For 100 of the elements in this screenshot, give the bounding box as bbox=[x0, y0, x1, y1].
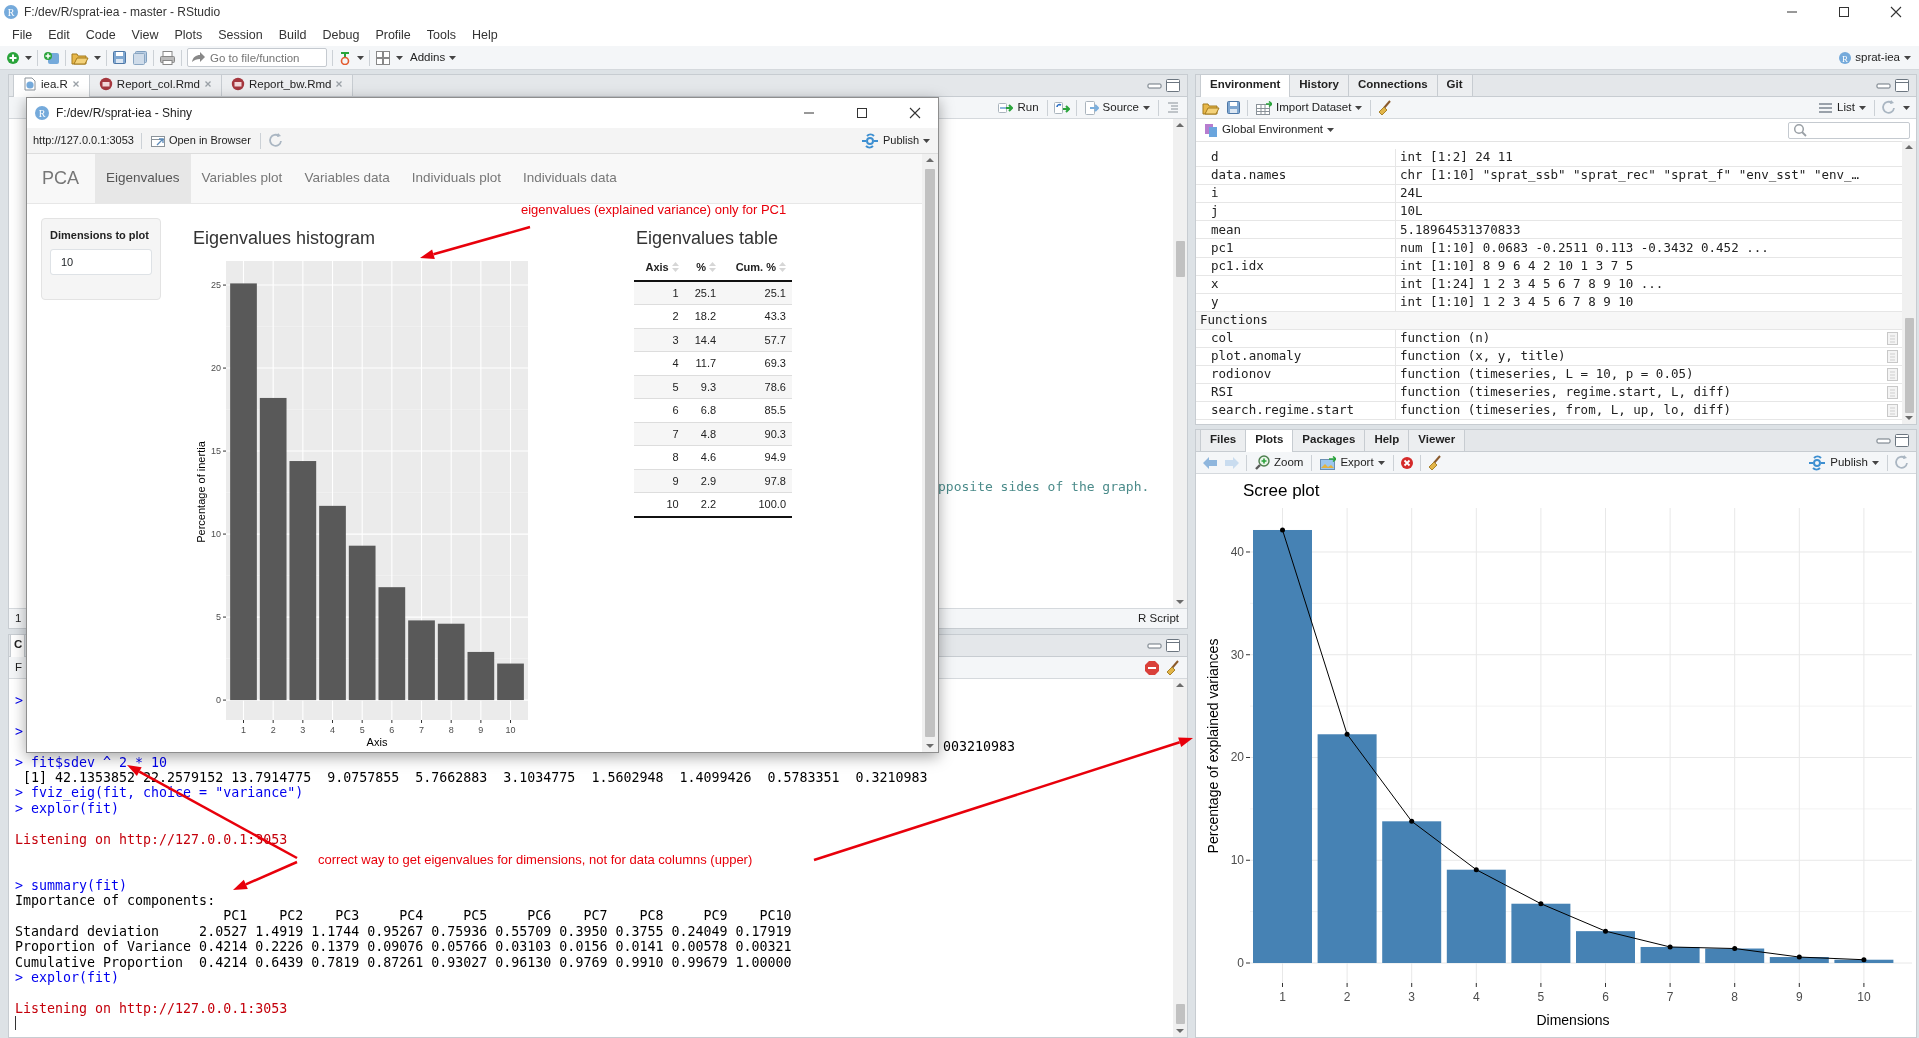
menu-item[interactable]: Help bbox=[464, 25, 506, 45]
number-input[interactable]: 10 bbox=[50, 248, 152, 275]
go-to-file-field[interactable]: Go to file/function bbox=[187, 48, 327, 67]
grid-icon[interactable] bbox=[375, 49, 391, 66]
scrollbar-thumb[interactable] bbox=[1904, 318, 1914, 413]
maximize-icon[interactable] bbox=[1165, 637, 1181, 654]
tab[interactable]: Git bbox=[1436, 75, 1473, 96]
menu-item[interactable]: Session bbox=[210, 25, 271, 45]
nav-tab[interactable]: Variables data bbox=[293, 154, 401, 203]
environment-scope-menu[interactable]: Global Environment bbox=[1202, 121, 1336, 139]
scrollbar-thumb[interactable] bbox=[925, 169, 935, 737]
menu-item[interactable]: Profile bbox=[367, 25, 419, 45]
source-button[interactable]: Source bbox=[1082, 98, 1152, 117]
scroll-down-icon[interactable] bbox=[1905, 415, 1913, 421]
tab[interactable]: Help bbox=[1364, 430, 1410, 451]
close-icon[interactable] bbox=[203, 80, 212, 89]
console-tab[interactable]: C bbox=[10, 635, 26, 657]
folder-icon[interactable] bbox=[71, 50, 89, 65]
view-function-icon[interactable] bbox=[1886, 403, 1899, 419]
nav-tab[interactable]: Eigenvalues bbox=[95, 154, 191, 203]
scroll-up-icon[interactable] bbox=[926, 157, 934, 163]
menu-item[interactable]: File bbox=[4, 25, 41, 45]
search-field[interactable] bbox=[1788, 121, 1910, 139]
menu-item[interactable]: Tools bbox=[418, 25, 464, 45]
scroll-down-icon[interactable] bbox=[1176, 1028, 1184, 1034]
folder-icon[interactable] bbox=[1202, 100, 1220, 115]
stop-icon[interactable] bbox=[1145, 660, 1159, 675]
tab[interactable]: Files bbox=[1200, 430, 1247, 451]
close-icon[interactable] bbox=[71, 80, 80, 89]
zoom-button[interactable]: Zoom bbox=[1253, 453, 1306, 472]
nav-tab[interactable]: Variables plot bbox=[190, 154, 294, 203]
view-function-icon[interactable] bbox=[1886, 349, 1899, 365]
refresh-icon[interactable] bbox=[1881, 99, 1897, 116]
import-dataset-menu[interactable]: Import Dataset bbox=[1254, 98, 1365, 117]
run-button[interactable]: Run bbox=[996, 98, 1041, 117]
column-header[interactable]: % bbox=[696, 259, 717, 276]
outline-icon[interactable] bbox=[1165, 100, 1181, 115]
tab[interactable]: Report_bw.Rmd bbox=[220, 75, 354, 96]
tab[interactable]: Plots bbox=[1245, 430, 1294, 452]
table-cell: 18.2 bbox=[694, 310, 717, 322]
tab[interactable]: iea.R bbox=[13, 75, 90, 97]
maximize-icon[interactable] bbox=[1894, 77, 1910, 94]
broom-icon[interactable] bbox=[1426, 454, 1443, 471]
vcs-icon[interactable] bbox=[338, 50, 352, 65]
column-header[interactable]: Cum. % bbox=[735, 259, 786, 276]
scroll-up-icon[interactable] bbox=[1905, 144, 1913, 150]
maximize-icon[interactable] bbox=[1165, 77, 1181, 94]
save-icon[interactable] bbox=[112, 50, 127, 65]
menu-item[interactable]: Build bbox=[270, 25, 315, 45]
column-header[interactable]: Axis bbox=[645, 259, 679, 276]
maximize-icon[interactable] bbox=[1894, 432, 1910, 449]
menu-item[interactable]: Code bbox=[77, 25, 124, 45]
scrollbar-thumb[interactable] bbox=[1175, 1004, 1185, 1024]
nav-tab[interactable]: Individuals plot bbox=[400, 154, 512, 203]
tab[interactable]: Packages bbox=[1292, 430, 1366, 451]
scrollbar-thumb[interactable] bbox=[1175, 240, 1185, 277]
close-icon[interactable] bbox=[335, 80, 344, 89]
delete-icon[interactable] bbox=[1399, 455, 1414, 470]
publish-menu[interactable]: Publish bbox=[1806, 453, 1881, 472]
nav-tab[interactable]: Individuals data bbox=[512, 154, 628, 203]
rerun-icon[interactable] bbox=[1053, 100, 1070, 115]
save-icon[interactable] bbox=[1226, 100, 1241, 115]
variable-value: chr [1:10] "sprat_ssb" "sprat_rec" "sprat_f" "env_sst" "env_… bbox=[1400, 166, 1860, 185]
menu-item[interactable]: Edit bbox=[40, 25, 78, 45]
scroll-up-icon[interactable] bbox=[1176, 682, 1184, 688]
menu-item[interactable]: Plots bbox=[166, 25, 211, 45]
open-in-browser-button[interactable]: Open in Browser bbox=[148, 132, 253, 149]
scroll-down-icon[interactable] bbox=[1176, 599, 1184, 605]
view-function-icon[interactable] bbox=[1886, 331, 1899, 346]
tab[interactable]: Viewer bbox=[1408, 430, 1466, 451]
addins-menu[interactable]: Addins bbox=[408, 48, 459, 67]
print-icon[interactable] bbox=[159, 50, 176, 65]
publish-menu[interactable]: Publish bbox=[858, 132, 932, 149]
refresh-icon[interactable] bbox=[1894, 454, 1910, 471]
tab[interactable]: Report_col.Rmd bbox=[88, 75, 222, 96]
caret-icon[interactable] bbox=[25, 55, 32, 60]
tab[interactable]: Connections bbox=[1347, 75, 1438, 96]
menu-item[interactable]: Debug bbox=[314, 25, 368, 45]
broom-icon[interactable] bbox=[1165, 659, 1181, 676]
view-function-icon[interactable] bbox=[1886, 367, 1899, 383]
caret-icon[interactable] bbox=[396, 55, 403, 60]
save-all-icon[interactable] bbox=[132, 49, 148, 66]
view-function-icon[interactable] bbox=[1886, 385, 1899, 401]
project-menu[interactable]: R sprat-iea bbox=[1837, 48, 1913, 67]
scroll-down-icon[interactable] bbox=[926, 743, 934, 749]
tab[interactable]: History bbox=[1289, 75, 1349, 96]
scroll-up-icon[interactable] bbox=[1176, 122, 1184, 128]
file-type-menu[interactable]: R Script bbox=[1136, 609, 1181, 628]
caret-icon[interactable] bbox=[357, 55, 364, 60]
refresh-icon[interactable] bbox=[267, 132, 284, 149]
new-file-icon[interactable] bbox=[6, 50, 20, 65]
view-mode-menu[interactable]: List bbox=[1816, 98, 1868, 117]
new-project-icon[interactable] bbox=[43, 50, 60, 65]
broom-icon[interactable] bbox=[1377, 99, 1394, 116]
caret-icon[interactable] bbox=[1903, 105, 1910, 110]
export-menu[interactable]: Export bbox=[1318, 453, 1387, 472]
back-icon[interactable] bbox=[1202, 455, 1218, 470]
caret-icon[interactable] bbox=[94, 55, 101, 60]
menu-item[interactable]: View bbox=[123, 25, 167, 45]
tab[interactable]: Environment bbox=[1200, 75, 1291, 97]
